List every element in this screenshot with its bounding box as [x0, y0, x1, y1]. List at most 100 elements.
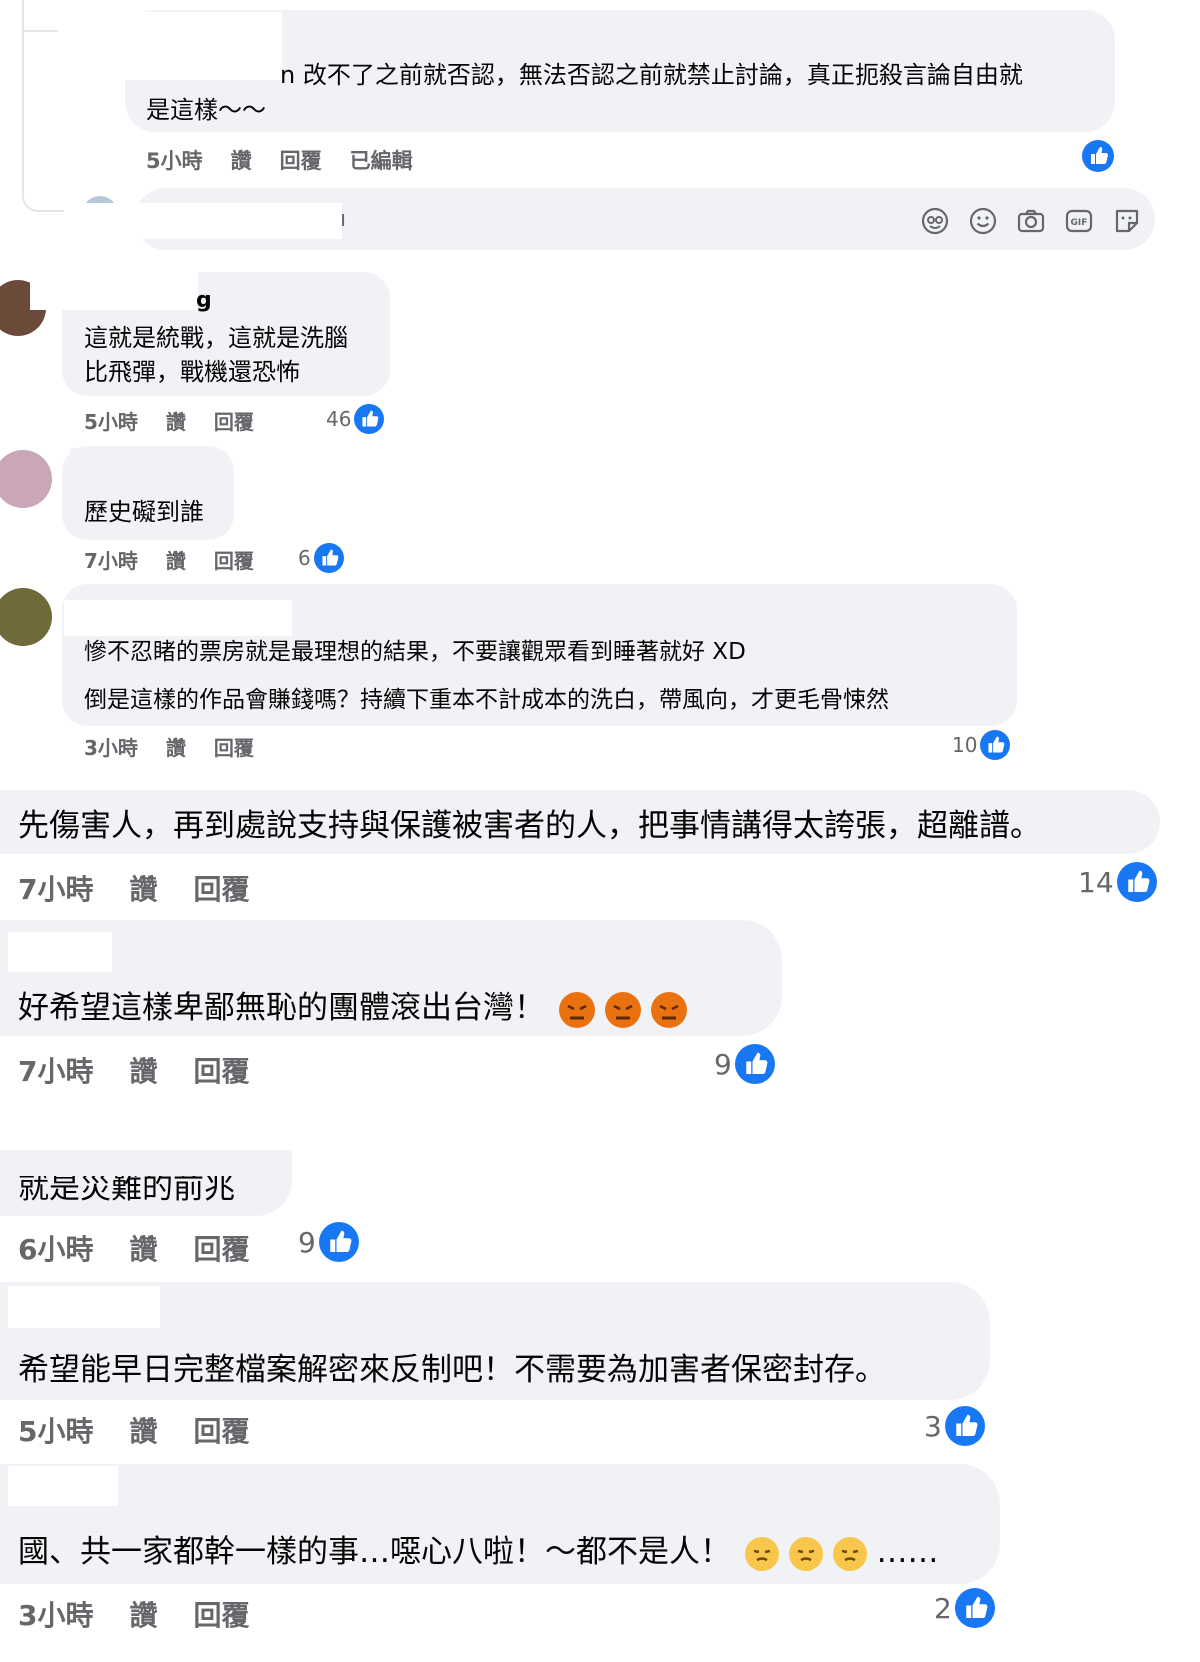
like-button[interactable]: 讚 [166, 732, 186, 761]
comment-text-line: 好希望這樣卑鄙無恥的團體滾出台灣￼！ [18, 982, 687, 1028]
commenter-name[interactable]: g [196, 288, 212, 313]
redacted-name [8, 932, 112, 972]
like-count[interactable]: 2 [934, 1588, 995, 1628]
comment-meta: 5小時 讚 回覆 [18, 1410, 250, 1450]
reply-text-line2: 是這樣～～ [146, 96, 266, 124]
comment-time[interactable]: 7小時 [18, 1050, 93, 1090]
like-icon [734, 1044, 775, 1084]
comment-text-ellipsis: …… [876, 1534, 939, 1570]
comment-text-line: 希望能早日完整檔案解密來反制吧！不需要為加害者保密封存。 [18, 1352, 886, 1388]
sticker-icon[interactable] [1112, 206, 1142, 236]
redacted-name [30, 270, 198, 310]
like-count[interactable]: 10 [952, 730, 1011, 760]
like-button[interactable]: 讚 [129, 1594, 157, 1634]
comment-text-line: 比飛彈，戰機還恐怖 [84, 358, 300, 386]
clipped-text-wrap: 就是災難的前兆 [0, 1176, 292, 1202]
steam-face-emoji-icon [788, 1536, 823, 1571]
gif-icon[interactable]: GIF [1064, 206, 1094, 236]
like-count[interactable]: 9 [298, 1222, 359, 1262]
like-icon [318, 1222, 359, 1262]
like-count[interactable]: 6 [298, 543, 344, 573]
reply-button[interactable]: 回覆 [194, 868, 250, 908]
reply-time[interactable]: 5小時 [146, 145, 203, 175]
avatar-sticker-icon[interactable] [920, 206, 950, 236]
like-count-number: 9 [298, 1225, 316, 1259]
comment-time[interactable]: 7小時 [18, 868, 93, 908]
like-button[interactable]: 讚 [129, 1410, 157, 1450]
like-button[interactable]: 讚 [166, 545, 186, 574]
reply-button[interactable]: 回覆 [194, 1410, 250, 1450]
like-icon [954, 1588, 995, 1628]
reply-button[interactable]: 回覆 [194, 1228, 250, 1268]
comment-meta: 3小時 讚 回覆 [84, 732, 254, 761]
thread-connector-top [22, 30, 58, 32]
like-count-number: 14 [1078, 865, 1114, 899]
comment-time[interactable]: 7小時 [84, 545, 138, 574]
like-count-number: 46 [326, 407, 352, 431]
reply-like-button[interactable]: 讚 [231, 145, 252, 175]
reply-edited-label[interactable]: 已編輯 [350, 145, 413, 175]
like-button[interactable]: 讚 [166, 406, 186, 435]
redacted-input-text [80, 203, 342, 239]
redacted-name [60, 12, 282, 80]
like-icon [313, 543, 344, 573]
like-count[interactable]: 3 [924, 1406, 985, 1446]
comment-time[interactable]: 5小時 [18, 1410, 93, 1450]
reply-button[interactable]: 回覆 [214, 545, 254, 574]
redacted-name [8, 1286, 160, 1328]
like-icon [354, 404, 385, 434]
emoji-icon[interactable] [968, 206, 998, 236]
like-icon [944, 1406, 985, 1446]
angry-emoji-icon [558, 991, 595, 1028]
like-count-number: 10 [952, 733, 978, 757]
comment-text: 好希望這樣卑鄙無恥的團體滾出台灣￼！ [18, 990, 545, 1026]
reply-button[interactable]: 回覆 [214, 406, 254, 435]
comment-text-line: 先傷害人，再到處說支持與保護被害者的人，把事情講得太誇張，超離譜。 [18, 808, 1041, 844]
reply-button[interactable]: 回覆 [194, 1050, 250, 1090]
redacted-name [8, 1466, 118, 1506]
comment-text-line: 國、共一家都幹一樣的事…噁心八啦！～都不是人！ …… [18, 1526, 938, 1571]
reply-meta: 5小時 讚 回覆 已編輯 [146, 145, 413, 175]
steam-face-emoji-icon [832, 1536, 867, 1571]
comment-time[interactable]: 5小時 [84, 406, 138, 435]
comment-time[interactable]: 3小時 [84, 732, 138, 761]
like-count-number: 9 [714, 1047, 732, 1081]
avatar[interactable] [0, 450, 52, 508]
angry-emoji-icon [604, 991, 641, 1028]
comment-meta: 6小時 讚 回覆 [18, 1228, 250, 1268]
like-button[interactable]: 讚 [129, 868, 157, 908]
comment-text: 國、共一家都幹一樣的事…噁心八啦！～都不是人！ [18, 1534, 731, 1570]
comment-time[interactable]: 3小時 [18, 1594, 93, 1634]
comment-meta: 7小時 讚 回覆 [84, 545, 254, 574]
camera-icon[interactable] [1016, 206, 1046, 236]
like-button[interactable]: 讚 [129, 1050, 157, 1090]
redacted-name [70, 448, 160, 474]
reply-button[interactable]: 回覆 [214, 732, 254, 761]
like-count[interactable]: 9 [714, 1044, 775, 1084]
reply-input-placeholder: ı [340, 207, 347, 232]
comment-time[interactable]: 6小時 [18, 1228, 93, 1268]
comment-meta: 5小時 讚 回覆 [84, 406, 254, 435]
reply-button[interactable]: 回覆 [194, 1594, 250, 1634]
reply-like-reaction [1082, 140, 1114, 176]
redacted-name [64, 600, 292, 636]
steam-face-emoji-icon [744, 1536, 779, 1571]
svg-text:GIF: GIF [1071, 218, 1088, 228]
avatar[interactable] [0, 588, 52, 646]
comment-text-line: 倒是這樣的作品會賺錢嗎？持續下重本不計成本的洗白，帶風向，才更毛骨悚然 [84, 687, 889, 713]
like-button[interactable]: 讚 [129, 1228, 157, 1268]
like-icon [980, 730, 1011, 760]
like-count[interactable]: 14 [1078, 862, 1157, 902]
comment-meta: 7小時 讚 回覆 [18, 868, 250, 908]
like-count-number: 2 [934, 1591, 952, 1625]
reply-reply-button[interactable]: 回覆 [280, 145, 322, 175]
like-count-number: 6 [298, 546, 311, 570]
like-count-number: 3 [924, 1409, 942, 1443]
comment-meta: 3小時 讚 回覆 [18, 1594, 250, 1634]
comment-text-line: 慘不忍睹的票房就是最理想的結果，不要讓觀眾看到睡著就好 XD [84, 639, 746, 665]
comment-text-line: 就是災難的前兆 [18, 1176, 235, 1202]
comment-text-line: 這就是統戰，這就是洗腦 [84, 324, 348, 352]
like-icon [1082, 140, 1114, 172]
comment-meta: 7小時 讚 回覆 [18, 1050, 250, 1090]
like-count[interactable]: 46 [326, 404, 385, 434]
